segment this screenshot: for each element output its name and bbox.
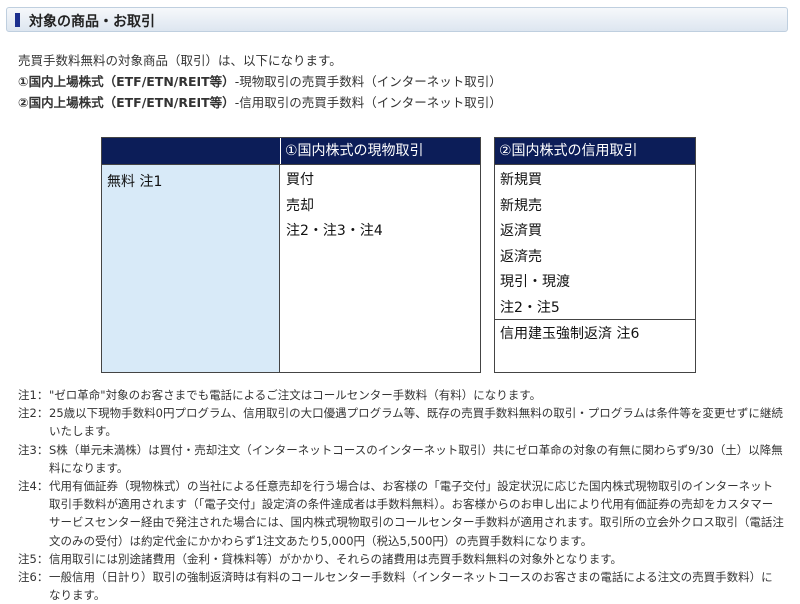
note-text: 25歳以下現物手数料0円プログラム、信用取引の大口優遇プログラム等、既存の売買手… xyxy=(49,406,783,439)
note-text: "ゼロ革命"対象のお客さまでも電話によるご注文はコールセンター手数料（有料）にな… xyxy=(49,388,542,402)
shinyo-table-divider xyxy=(495,319,695,320)
shinyo-item: 現引・現渡 xyxy=(500,274,570,290)
note-item: 注1： "ゼロ革命"対象のお客さまでも電話によるご注文はコールセンター手数料（有料… xyxy=(18,386,784,404)
shinyo-items: 新規買 新規売 返済買 返済売 現引・現渡 注2・注5 xyxy=(500,168,570,321)
genbutsu-table-header: ①国内株式の現物取引 xyxy=(280,138,480,164)
notes-list: 注1： "ゼロ革命"対象のお客さまでも電話によるご注文はコールセンター手数料（有料… xyxy=(18,386,784,604)
shinyo-table-header: ②国内株式の信用取引 xyxy=(495,138,695,164)
note-text: S株（単元未満株）は買付・売却注文（インターネットコースのインターネット取引）共… xyxy=(49,442,783,475)
shinyo-item: 新規買 xyxy=(500,172,542,188)
genbutsu-item: 注2・注3・注4 xyxy=(286,223,383,239)
genbutsu-item: 売却 xyxy=(286,197,314,214)
header-accent-bar xyxy=(15,13,20,27)
shinyo-item: 新規売 xyxy=(500,197,542,214)
note-label: 注6： xyxy=(18,570,49,585)
note-label: 注2： xyxy=(18,406,49,421)
free-label-cell: 無料 注1 xyxy=(102,165,280,372)
genbutsu-table: ①国内株式の現物取引 無料 注1 買付 売却 注2・注3・注4 xyxy=(101,137,481,373)
intro-line-2-detail: -現物取引の売買手数料（インターネット取引） xyxy=(234,74,502,89)
shinyo-item: 返済買 xyxy=(500,223,542,239)
shinyo-forced-settlement: 信用建玉強制返済 注6 xyxy=(500,326,640,342)
shinyo-item: 返済売 xyxy=(500,248,542,265)
genbutsu-items: 買付 売却 注2・注3・注4 xyxy=(286,168,383,245)
intro-line-1: 売買手数料無料の対象商品（取引）は、以下になります。 xyxy=(18,53,342,68)
shinyo-table: ②国内株式の信用取引 新規買 新規売 返済買 返済売 現引・現渡 注2・注5 信… xyxy=(494,137,696,373)
section-header: 対象の商品・お取引 xyxy=(6,7,788,32)
intro-line-3-product: ②国内上場株式（ETF/ETN/REIT等） xyxy=(18,95,235,110)
genbutsu-table-header-blank xyxy=(102,138,280,164)
note-label: 注4： xyxy=(18,479,49,494)
note-item: 注4： 代用有価証券（現物株式）の当社による任意売却を行う場合は、お客様の「電子交… xyxy=(18,477,784,550)
note-item: 注3： S株（単元未満株）は買付・売却注文（インターネットコースのインターネット取… xyxy=(18,441,784,477)
note-label: 注3： xyxy=(18,442,49,457)
shinyo-table-header-row: ②国内株式の信用取引 xyxy=(495,138,695,165)
note-item: 注5： 信用取引には別途諸費用（金利・貸株料等）がかかり、それらの諸費用は売買手数… xyxy=(18,550,784,568)
shinyo-item: 注2・注5 xyxy=(500,299,560,316)
note-label: 注1： xyxy=(18,388,49,402)
section-title: 対象の商品・お取引 xyxy=(29,14,155,30)
intro-line-2: ①国内上場株式（ETF/ETN/REIT等）-現物取引の売買手数料（インターネッ… xyxy=(18,71,502,92)
note-item: 注2： 25歳以下現物手数料0円プログラム、信用取引の大口優遇プログラム等、既存の… xyxy=(18,404,784,440)
note-label: 注5： xyxy=(18,551,49,566)
intro-line-3-detail: -信用取引の売買手数料（インターネット取引） xyxy=(234,95,502,110)
note-item: 注6： 一般信用（日計り）取引の強制返済時は有料のコールセンター手数料（インターネ… xyxy=(18,568,784,604)
intro-line-3: ②国内上場株式（ETF/ETN/REIT等）-信用取引の売買手数料（インターネッ… xyxy=(18,92,502,113)
intro-text: 売買手数料無料の対象商品（取引）は、以下になります。 ①国内上場株式（ETF/E… xyxy=(18,50,502,113)
genbutsu-table-header-row: ①国内株式の現物取引 xyxy=(102,138,480,165)
note-text: 一般信用（日計り）取引の強制返済時は有料のコールセンター手数料（インターネットコ… xyxy=(49,570,773,603)
genbutsu-item: 買付 xyxy=(286,172,314,188)
intro-line-2-product: ①国内上場株式（ETF/ETN/REIT等） xyxy=(18,74,235,89)
note-text: 代用有価証券（現物株式）の当社による任意売却を行う場合は、お客様の「電子交付」設… xyxy=(49,479,784,548)
free-label: 無料 注1 xyxy=(107,174,163,190)
note-text: 信用取引には別途諸費用（金利・貸株料等）がかかり、それらの諸費用は売買手数料無料… xyxy=(49,551,623,566)
